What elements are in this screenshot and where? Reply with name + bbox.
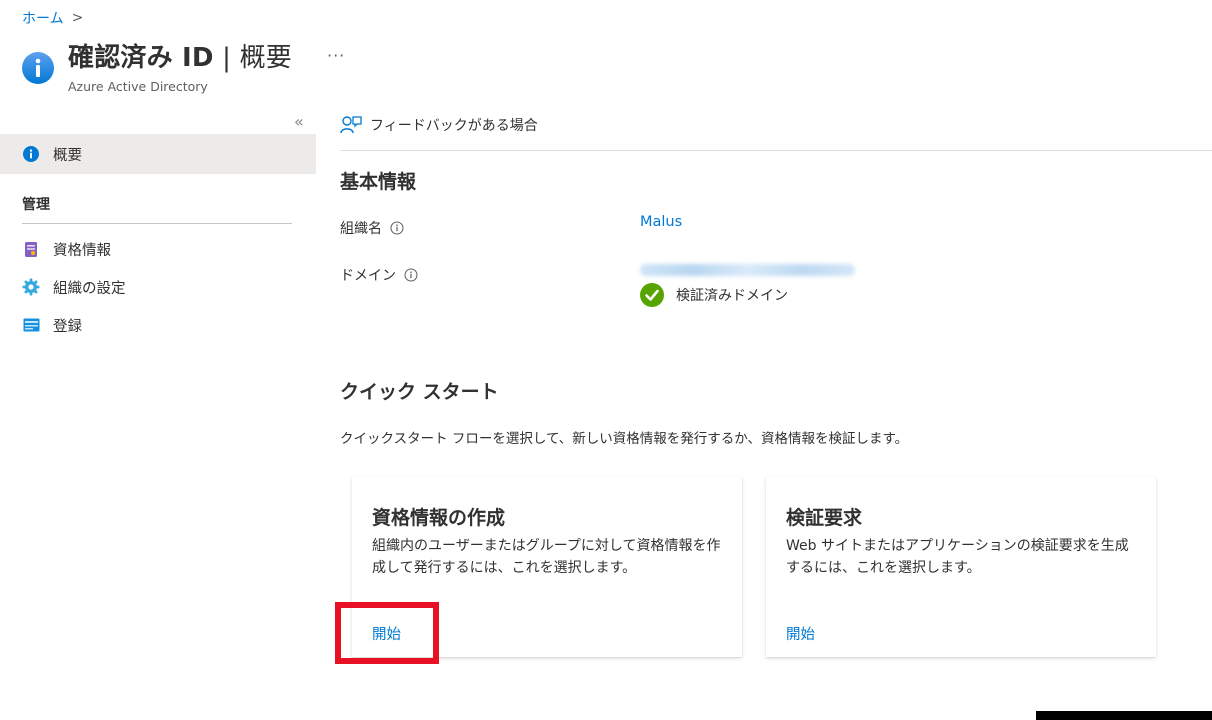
quickstart-description: クイックスタート フローを選択して、新しい資格情報を発行するか、資格情報を検証し… [340,431,909,447]
domain-link-redacted[interactable] [640,264,855,276]
page-title-separator: | [213,43,240,73]
sidebar-item-registration[interactable]: 登録 [0,306,316,344]
registration-icon [22,316,40,334]
card-title: 検証要求 [786,507,863,529]
domain-label-text: ドメイン [340,268,396,284]
page-subtitle: Azure Active Directory [68,79,208,94]
quickstart-heading: クイック スタート [340,381,499,403]
org-name-label: 組織名 [340,218,404,238]
screen-edge-bar [1036,711,1212,720]
gear-icon [22,278,40,296]
info-tooltip-icon[interactable] [390,221,404,235]
card-description: Web サイトまたはアプリケーションの検証要求を生成するには、これを選択します。 [786,538,1129,576]
org-name-label-text: 組織名 [340,221,382,237]
domain-verified-label: 検証済みドメイン [676,288,788,304]
sidebar-item-label: 資格情報 [53,242,111,259]
sidebar-item-label: 概要 [53,147,82,164]
card-description: 組織内のユーザーまたはグループに対して資格情報を作成して発行するには、これを選択… [372,538,721,576]
breadcrumb-home-link[interactable]: ホーム [22,8,64,28]
info-icon [22,145,40,163]
quickstart-card-verification-request: 検証要求 Web サイトまたはアプリケーションの検証要求を生成するには、これを選… [766,477,1156,657]
feedback-label: フィードバックがある場合 [370,118,538,134]
sidebar-item-org-settings[interactable]: 組織の設定 [0,268,316,306]
section-heading-manage: 管理 [22,197,50,213]
highlight-box [335,602,439,664]
breadcrumb: ホーム > [22,8,83,28]
feedback-button[interactable]: フィードバックがある場合 [340,115,538,135]
page-title: 確認済み ID | 概要 [68,40,292,76]
command-bar-divider [340,150,1212,151]
page-title-main: 確認済み ID [68,43,214,73]
sidebar-item-label: 組織の設定 [53,280,126,297]
card-title: 資格情報の作成 [372,507,506,529]
chevron-right-icon: > [71,10,84,26]
domain-label: ドメイン [340,265,418,285]
page-header: 確認済み ID | 概要 Azure Active Directory [22,40,292,94]
credential-icon [22,240,40,258]
more-options-button[interactable]: ··· [327,46,345,65]
checkmark-circle-icon [640,283,664,307]
org-name-link[interactable]: Malus [640,214,682,230]
page-title-sub: 概要 [239,43,293,73]
section-divider [22,223,292,224]
sidebar-item-credentials[interactable]: 資格情報 [0,230,316,268]
collapse-sidebar-button[interactable]: « [294,112,304,131]
info-tooltip-icon[interactable] [404,268,418,282]
sidebar: 概要 管理 資格情報 組織の設定 登録 [0,134,316,344]
feedback-icon [340,116,362,134]
start-link[interactable]: 開始 [786,623,815,644]
info-icon [22,52,54,84]
sidebar-item-overview[interactable]: 概要 [0,134,316,174]
sidebar-item-label: 登録 [53,318,82,335]
basics-heading: 基本情報 [340,171,417,193]
domain-verified-status: 検証済みドメイン [640,283,788,307]
